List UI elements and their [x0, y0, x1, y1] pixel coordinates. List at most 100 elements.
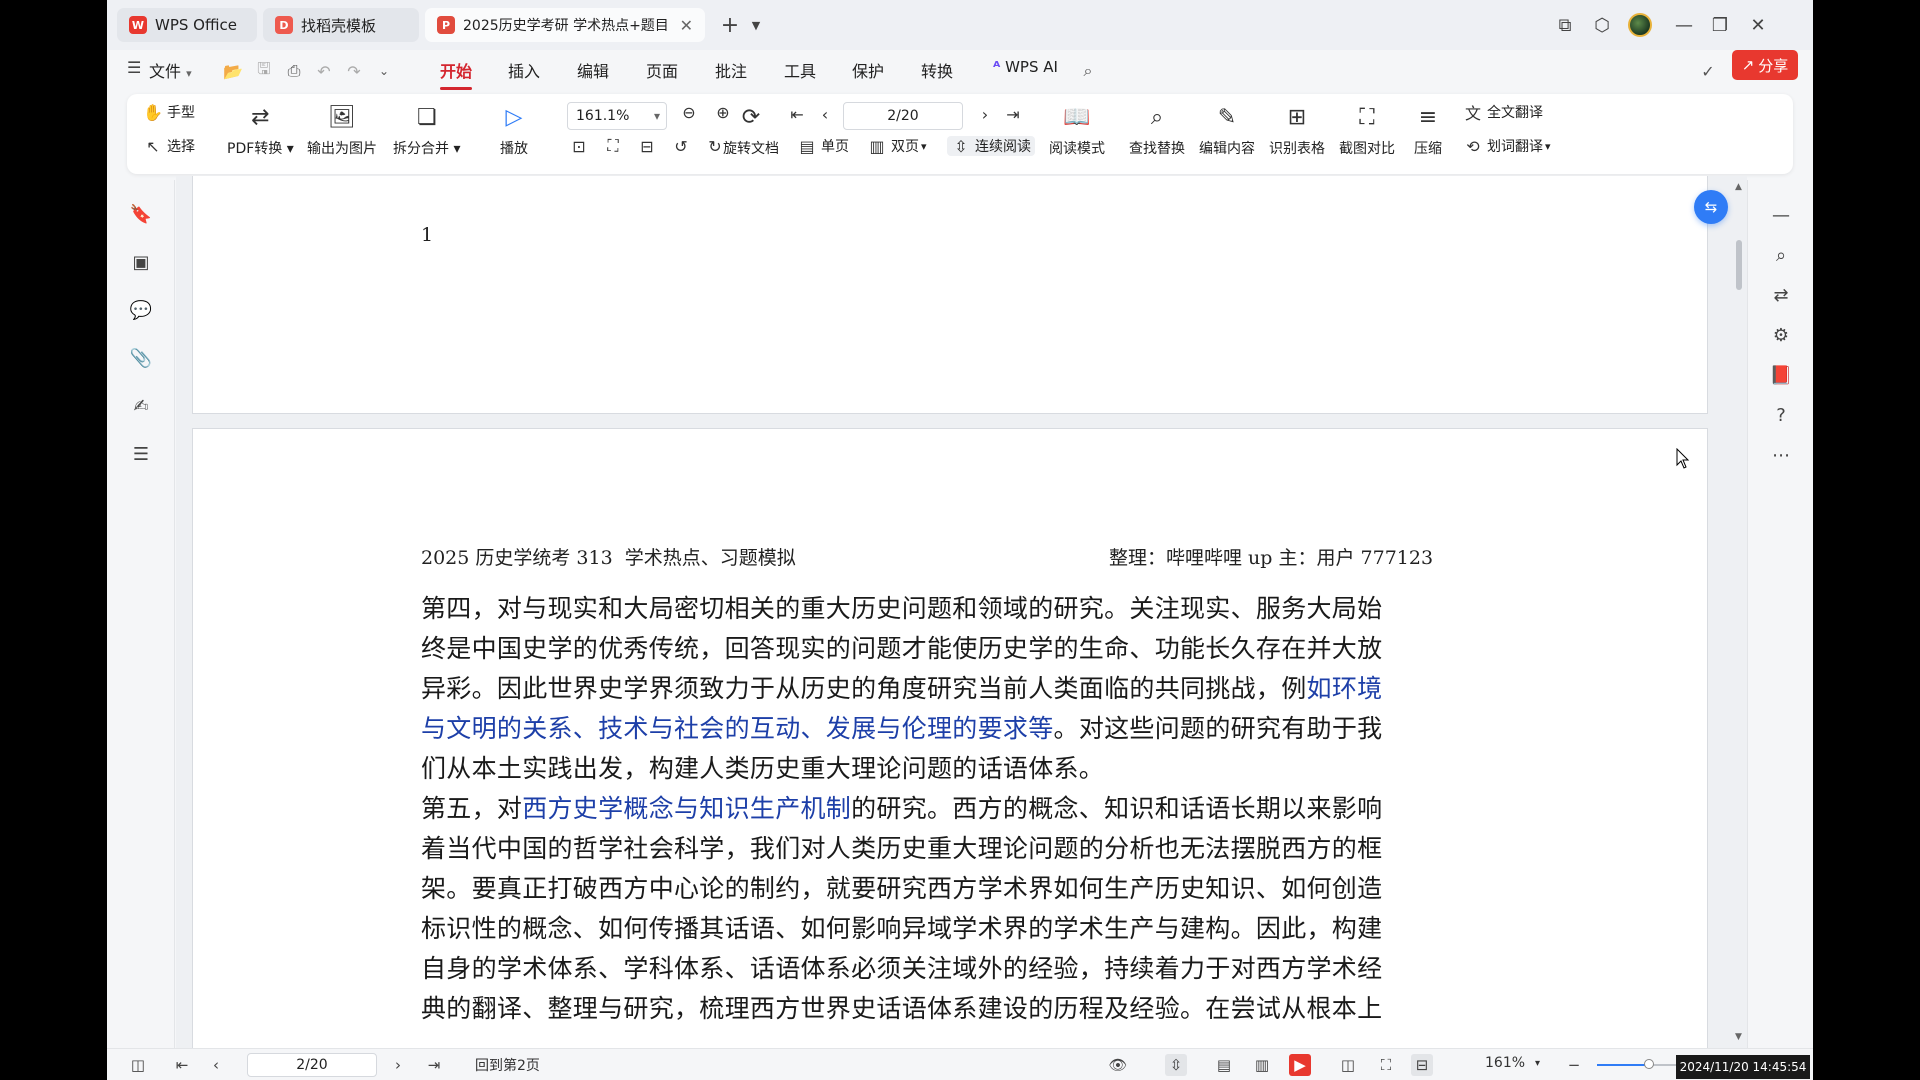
print-icon[interactable]: ⎙ [283, 60, 305, 82]
first-page-button[interactable]: ⇤ [787, 104, 811, 124]
zoom-slider-knob[interactable] [1643, 1059, 1654, 1069]
first-page-icon[interactable]: ⇤ [171, 1054, 193, 1076]
floating-ai-assistant-button[interactable]: ⇆ [1694, 190, 1728, 224]
tab-docer-templates[interactable]: D 找稻壳模板 [263, 8, 419, 42]
share-button[interactable]: ↗ 分享 [1732, 50, 1798, 80]
continuous-read-button[interactable]: ⇳ 连续阅读 [947, 136, 1035, 156]
chevron-left-icon[interactable]: ‹ [205, 1054, 227, 1076]
bookmark-icon[interactable]: 🔖 [129, 202, 153, 226]
fit-page-button[interactable]: ⛶ [603, 136, 627, 156]
tab-annotate[interactable]: 批注 [715, 58, 747, 82]
next-page-button[interactable]: › [975, 104, 999, 124]
more-icon[interactable]: ⋯ [1768, 442, 1794, 468]
status-page-input[interactable]: 2/20 [247, 1053, 377, 1077]
last-page-icon[interactable]: ⇥ [423, 1054, 445, 1076]
search-icon[interactable]: ⌕ [1768, 242, 1794, 268]
compress-button[interactable]: ≡ 压缩 [1413, 102, 1443, 158]
help-icon[interactable]: ? [1768, 402, 1794, 428]
eye-icon[interactable]: 👁 [1107, 1054, 1129, 1076]
document-viewport[interactable]: 1 2025 历史学统考 313 学术热点、习题模拟 整理：哔哩哔哩 up 主：… [176, 176, 1747, 1048]
fit-width-button[interactable]: ⊟ [637, 136, 661, 156]
cube-icon[interactable]: ⬡ [1589, 12, 1615, 38]
window-layout-icon[interactable]: ⧉ [1552, 12, 1578, 38]
last-page-button[interactable]: ⇥ [1003, 104, 1027, 124]
undo-icon[interactable]: ↶ [313, 60, 335, 82]
rotate-right-button[interactable]: ↻ [705, 136, 729, 156]
save-icon[interactable]: 🖫 [253, 59, 275, 82]
collapse-panel-icon[interactable]: — [1768, 202, 1794, 228]
hamburger-icon[interactable]: ☰ [127, 58, 141, 77]
tab-start[interactable]: 开始 [440, 58, 473, 90]
actual-size-button[interactable]: ⊡ [569, 136, 593, 156]
tab-insert[interactable]: 插入 [508, 58, 540, 82]
layers-icon[interactable]: ☰ [129, 442, 153, 466]
scrollbar-thumb[interactable] [1736, 240, 1742, 290]
close-tab-icon[interactable]: ✕ [680, 16, 693, 35]
tab-page[interactable]: 页面 [646, 58, 678, 82]
zoom-select[interactable]: 161.1% ▾ [567, 102, 667, 130]
zoom-level-select[interactable]: 161% ▾ [1485, 1055, 1540, 1071]
redo-icon[interactable]: ↷ [343, 60, 365, 82]
book-search-icon[interactable]: 📕 [1768, 362, 1794, 388]
play-icon[interactable]: ▶ [1289, 1054, 1311, 1076]
tab-edit[interactable]: 编辑 [577, 58, 609, 82]
word-translate-button[interactable]: ⟲ 划词翻译 ▾ [1463, 136, 1550, 156]
comment-icon[interactable]: 💬 [129, 298, 153, 322]
signature-icon[interactable]: ✍ [129, 394, 153, 418]
recognize-table-button[interactable]: ⊞ 识别表格 [1269, 102, 1325, 158]
wps-ai-button[interactable]: ᴬ WPS AI [993, 58, 1058, 76]
tab-protect[interactable]: 保护 [852, 58, 884, 82]
scroll-up-icon[interactable]: ▲ [1735, 182, 1742, 192]
more-chevron-icon[interactable]: ⌄ [373, 60, 395, 82]
select-tool-button[interactable]: ↖ 选择 [143, 136, 195, 156]
back-to-page-link[interactable]: 回到第2页 [475, 1055, 540, 1075]
toggle-sidebar-icon[interactable]: ◫ [127, 1054, 149, 1076]
tab-convert[interactable]: 转换 [921, 58, 953, 82]
chevron-down-icon[interactable]: ▼ [743, 12, 769, 38]
open-folder-icon[interactable]: 📂 [222, 60, 244, 82]
reading-mode-icon[interactable]: ◫ [1337, 1054, 1359, 1076]
tab-tools[interactable]: 工具 [784, 58, 816, 82]
hand-tool-button[interactable]: ✋ 手型 [143, 102, 195, 122]
tab-label: 找稻壳模板 [301, 16, 377, 35]
zoom-out-icon[interactable]: − [1563, 1054, 1585, 1076]
pdf-convert-button[interactable]: ⇄ PDF转换 ▾ [227, 102, 294, 158]
find-replace-button[interactable]: ⌕ 查找替换 [1129, 102, 1185, 158]
play-button[interactable]: ▷ 播放 [499, 102, 529, 158]
double-page-view-icon[interactable]: ▥ [1251, 1054, 1273, 1076]
chevron-right-icon[interactable]: › [387, 1054, 409, 1076]
tab-current-document[interactable]: P 2025历史学考研 学术热点+题目 ✕ [425, 8, 705, 42]
fit-screen-icon[interactable]: ⛶ [1375, 1054, 1397, 1076]
page-number-input[interactable]: 2/20 [843, 102, 963, 130]
full-translate-button[interactable]: 文全文翻译 [1463, 102, 1543, 123]
zoom-out-button[interactable]: ⊖ [679, 102, 703, 122]
rotate-document-button[interactable]: ⟳ 旋转文档 [723, 102, 779, 158]
fit-width-icon[interactable]: ⊟ [1411, 1054, 1433, 1076]
prev-page-button[interactable]: ‹ [815, 104, 839, 124]
read-mode-button[interactable]: 📖 阅读模式 [1049, 102, 1105, 158]
translate-sidebar-icon[interactable]: ⇄ [1768, 282, 1794, 308]
search-icon[interactable]: ⌕ [1077, 60, 1099, 82]
export-image-button[interactable]: 🖼 输出为图片 [307, 102, 377, 158]
double-page-button[interactable]: ▥ 双页 ▾ [867, 136, 926, 156]
close-window-icon[interactable]: ✕ [1745, 12, 1771, 38]
new-tab-button[interactable]: + [717, 12, 743, 38]
attachment-icon[interactable]: 📎 [129, 346, 153, 370]
cloud-sync-icon[interactable]: ✓ [1697, 60, 1719, 82]
settings-sliders-icon[interactable]: ⚙ [1768, 322, 1794, 348]
minimize-icon[interactable]: — [1671, 12, 1697, 38]
vertical-scrollbar[interactable]: ▲ ▼ [1732, 176, 1746, 1048]
thumbnail-icon[interactable]: ▣ [129, 250, 153, 274]
continuous-view-icon[interactable]: ⇳ [1165, 1054, 1187, 1076]
single-page-view-icon[interactable]: ▤ [1213, 1054, 1235, 1076]
restore-icon[interactable]: ❐ [1707, 12, 1733, 38]
tab-wps-office[interactable]: W WPS Office [117, 8, 257, 42]
screenshot-compare-button[interactable]: ⛶ 截图对比 [1339, 102, 1395, 158]
file-menu[interactable]: 文件 ▾ [149, 58, 192, 82]
avatar[interactable] [1627, 12, 1653, 38]
split-merge-button[interactable]: ❏ 拆分合并 ▾ [393, 102, 460, 158]
scroll-down-icon[interactable]: ▼ [1735, 1032, 1742, 1042]
edit-content-button[interactable]: ✎ 编辑内容 [1199, 102, 1255, 158]
single-page-button[interactable]: ▤ 单页 [797, 136, 849, 156]
rotate-left-button[interactable]: ↺ [671, 136, 695, 156]
